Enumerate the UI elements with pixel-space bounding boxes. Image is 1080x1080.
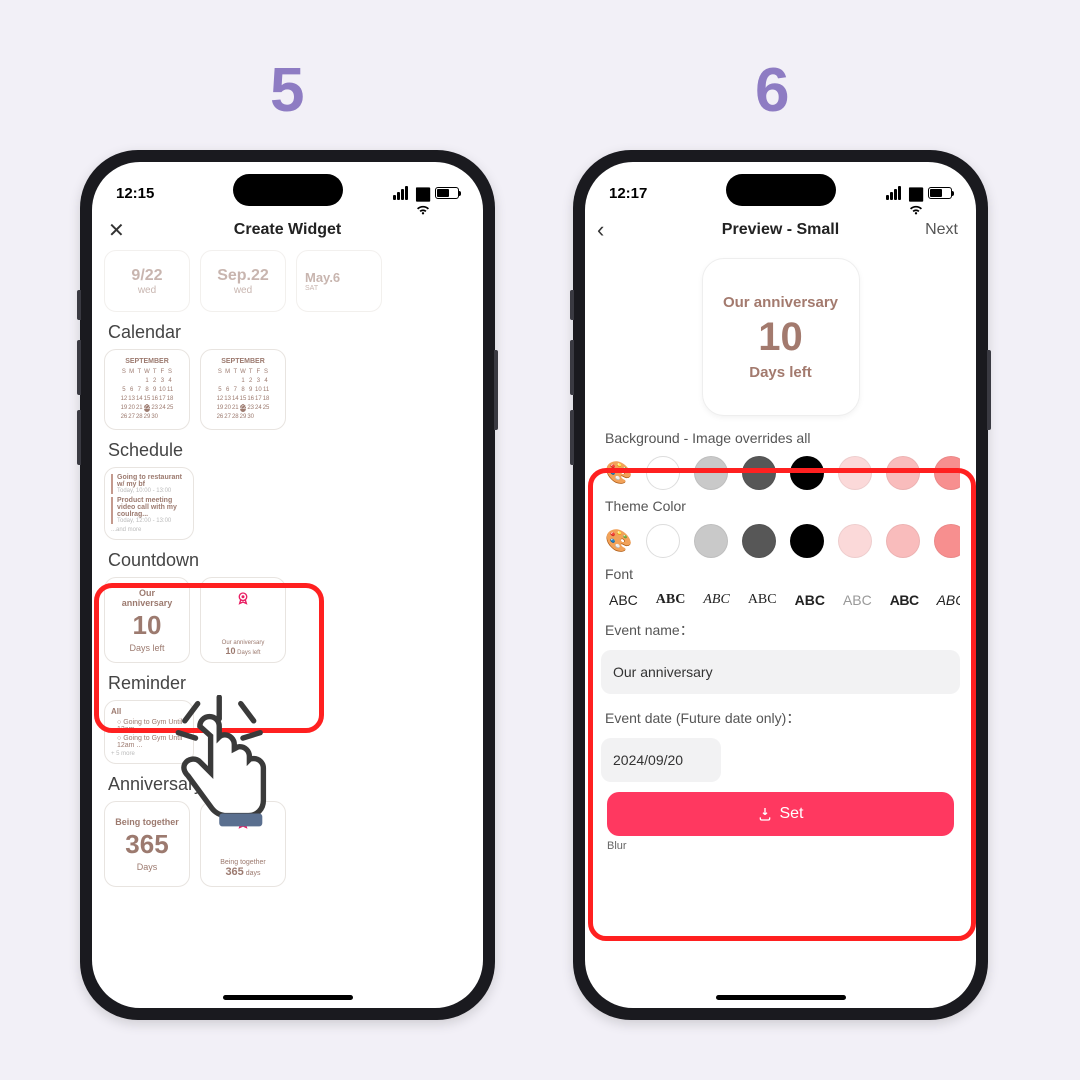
countdown-widget-1[interactable]: Our anniversary 10 Days left [104,577,190,663]
home-indicator[interactable] [223,995,353,1000]
swatch-lightgrey[interactable] [694,456,728,490]
signal-icon [886,186,904,200]
event-name-input[interactable] [601,650,960,694]
font-option-1[interactable]: ABC [609,592,638,608]
badge-icon [234,814,252,832]
theme-label: Theme Color [605,498,956,514]
date-widget-3[interactable]: May.6 SAT [296,250,382,312]
anniversary-widget-1[interactable]: Being together 365 Days [104,801,190,887]
nav-bar: ✕ Create Widget [92,210,483,250]
theme-swatches: 🎨 [601,524,960,558]
date-widget-row: 9/22 wed Sep.22 wed May.6 SAT [104,250,471,312]
section-calendar: Calendar [108,322,471,343]
event-date-input[interactable] [601,738,721,782]
swatch-black[interactable] [790,456,824,490]
font-option-3[interactable]: ABC [703,592,729,608]
font-label: Font [605,566,956,582]
event-date-label: Event date (Future date only)： [605,708,956,728]
reminder-widget[interactable]: All ○ Going to Gym Until 12am ... ○ Goin… [104,700,194,764]
countdown-widget-2[interactable]: Our anniversary 10 Days left [200,577,286,663]
schedule-widget[interactable]: Going to restaurant w/ my bfToday, 10:00… [104,467,194,540]
phone-mockup-left: 12:15 ✕ Create Widget 9/22 wed Sep.22 we… [80,150,495,1020]
nav-bar: ‹ Preview - Small Next [585,210,976,250]
back-icon[interactable]: ‹ [597,217,604,243]
date-widget-2[interactable]: Sep.22 wed [200,250,286,312]
close-icon[interactable]: ✕ [108,218,125,243]
calendar-widget-2[interactable]: SEPTEMBERSMTWTFS123456789101112131415161… [200,349,286,430]
status-time: 12:17 [609,185,647,202]
step-number-6: 6 [755,55,789,126]
page-title: Preview - Small [722,221,839,239]
dynamic-island [726,174,836,206]
font-option-8[interactable]: ABC [937,592,960,608]
swatch-darkgrey[interactable] [742,524,776,558]
widget-preview: Our anniversary 10 Days left [702,258,860,416]
event-name-label: Event name： [605,620,956,640]
font-option-7[interactable]: ABC [890,592,919,608]
font-option-5[interactable]: ABC [795,592,825,608]
swatch-pink-dark[interactable] [934,456,960,490]
download-icon [757,806,773,822]
calendar-widget-1[interactable]: SEPTEMBERSMTWTFS123456789101112131415161… [104,349,190,430]
swatch-white[interactable] [646,524,680,558]
section-reminder: Reminder [108,673,471,694]
swatch-pink-med[interactable] [886,524,920,558]
next-button[interactable]: Next [925,221,958,239]
anniversary-widget-2[interactable]: Being together 365 days [200,801,286,887]
font-option-2[interactable]: ABC [656,592,686,608]
wifi-icon [908,186,924,200]
dynamic-island [233,174,343,206]
palette-icon[interactable]: 🎨 [605,460,632,486]
swatch-pink-light[interactable] [838,524,872,558]
battery-icon [928,187,952,199]
section-anniversary: Anniversary [108,774,471,795]
swatch-pink-med[interactable] [886,456,920,490]
section-countdown: Countdown [108,550,471,571]
page-title: Create Widget [234,221,341,239]
swatch-darkgrey[interactable] [742,456,776,490]
phone-mockup-right: 12:17 ‹ Preview - Small Next Our anniver… [573,150,988,1020]
date-widget-1[interactable]: 9/22 wed [104,250,190,312]
background-swatches: 🎨 [601,456,960,490]
step-number-5: 5 [270,55,304,126]
swatch-white[interactable] [646,456,680,490]
font-options: ABC ABC ABC ABC ABC ABC ABC ABC [601,592,960,608]
battery-icon [435,187,459,199]
swatch-pink-dark[interactable] [934,524,960,558]
background-label: Background - Image overrides all [605,430,956,446]
swatch-black[interactable] [790,524,824,558]
swatch-pink-light[interactable] [838,456,872,490]
swatch-lightgrey[interactable] [694,524,728,558]
palette-icon[interactable]: 🎨 [605,528,632,554]
wifi-icon [415,186,431,200]
home-indicator[interactable] [716,995,846,1000]
font-option-4[interactable]: ABC [748,592,777,608]
signal-icon [393,186,411,200]
blur-label: Blur [607,840,960,852]
font-option-6[interactable]: ABC [843,592,872,608]
set-button[interactable]: Set [607,792,954,836]
status-time: 12:15 [116,185,154,202]
badge-icon [234,590,252,608]
section-schedule: Schedule [108,440,471,461]
